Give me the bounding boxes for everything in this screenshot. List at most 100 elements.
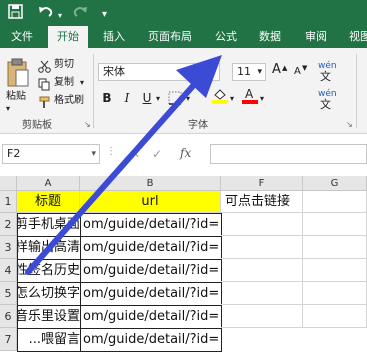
italic-button[interactable]: I [120,91,134,105]
ribbon-separator [93,54,94,128]
enter-icon[interactable]: ✓ [152,147,162,161]
copy-icon[interactable] [38,76,51,95]
redo-icon[interactable] [72,4,88,24]
cell-b1[interactable]: url [80,191,221,213]
font-size-value: 11 [237,65,251,78]
font-color-icon[interactable]: A [242,87,258,108]
cell-a3[interactable]: 样输出高清 [17,236,81,260]
name-box[interactable]: F2 ▾ [2,144,100,164]
undo-icon[interactable] [38,4,54,24]
grow-font-button[interactable]: A [272,63,281,76]
cell-a6[interactable]: 印音乐里设置 [17,305,81,329]
format-painter-button[interactable]: 格式刷 [54,94,84,107]
save-icon[interactable] [8,4,23,24]
borders-dropdown-icon[interactable]: ▾ [186,92,190,105]
row-header-5[interactable]: 5 [0,282,17,305]
ribbon-tabs: 文件 开始 插入 页面布局 公式 数据 审阅 视图 [0,26,367,48]
row-header-3[interactable]: 3 [0,236,17,259]
format-painter-icon[interactable] [38,94,51,113]
fill-color-dropdown-icon[interactable]: ▾ [230,92,234,105]
scissors-icon[interactable] [38,58,51,77]
copy-button[interactable]: 复制 [54,76,74,89]
tab-file[interactable]: 文件 [4,26,40,48]
chevron-down-icon: ▾ [211,67,216,77]
column-header-f[interactable]: F [221,176,303,191]
formula-input[interactable] [210,144,367,164]
font-launcher-icon[interactable]: ↘ [346,118,353,131]
undo-dropdown-icon[interactable]: ▾ [58,8,62,24]
row-header-4[interactable]: 4 [0,259,17,282]
select-all-corner[interactable] [0,176,17,191]
cell-f1[interactable]: 可点击链接 [221,191,303,213]
paste-dropdown-icon[interactable]: ▾ [6,102,10,115]
tab-review[interactable]: 审阅 [298,26,334,48]
svg-text:A: A [245,87,254,101]
name-box-value: F2 [7,147,21,160]
cell-b4[interactable]: om/guide/detail/?id= [80,259,222,283]
shrink-font-button[interactable]: A [294,65,301,78]
row-header-7[interactable]: 7 [0,328,17,351]
copy-dropdown-icon[interactable]: ▾ [80,76,84,89]
cell-g3[interactable] [303,236,367,259]
cancel-icon[interactable]: ✕ [130,147,140,161]
tab-data[interactable]: 数据 [252,26,288,48]
cell-g5[interactable] [303,282,367,305]
ribbon: 粘贴 ▾ 剪切 复制 ▾ 格式刷 剪贴板 ↘ 宋体 ▾ 11 ▾ A ▲ A ▼… [0,48,367,134]
cell-f3[interactable] [221,236,303,259]
cell-f2[interactable] [221,213,303,236]
font-color-dropdown-icon[interactable]: ▾ [260,92,264,105]
font-name-value: 宋体 [103,65,125,78]
row-header-1[interactable]: 1 [0,191,17,213]
cell-a2[interactable]: 剪手机桌面 [17,213,81,237]
chevron-down-icon: ▾ [91,149,96,159]
row-header-6[interactable]: 6 [0,305,17,328]
tab-insert[interactable]: 插入 [96,26,132,48]
cell-b6[interactable]: om/guide/detail/?id= [80,305,222,329]
cell-a7[interactable]: 喂留言... [17,328,81,352]
phonetic-guide-button-2[interactable]: 文 [320,98,331,111]
tab-page-layout[interactable]: 页面布局 [142,26,198,48]
tab-view[interactable]: 视图 [342,26,367,48]
cell-g6[interactable] [303,305,367,328]
font-name-dropdown[interactable]: 宋体 ▾ [98,63,220,81]
cell-b2[interactable]: om/guide/detail/?id= [80,213,222,237]
cell-a4[interactable]: 性签名历史 [17,259,81,283]
tab-formulas[interactable]: 公式 [208,26,244,48]
chevron-down-icon: ▾ [257,67,262,77]
cell-f5[interactable] [221,282,303,305]
column-header-g[interactable]: G [303,176,367,191]
phonetic-guide-button[interactable]: 文 [320,70,331,83]
clipboard-group-label: 剪贴板 [22,120,52,131]
cell-g1[interactable] [303,191,367,213]
cell-g4[interactable] [303,259,367,282]
formula-bar: F2 ▾ ⋮ ✕ ✓ fx [0,134,367,176]
cell-b3[interactable]: om/guide/detail/?id= [80,236,222,260]
bold-button[interactable]: B [100,91,114,105]
cut-button[interactable]: 剪切 [54,58,74,71]
column-header-a[interactable]: A [17,176,80,191]
customize-quick-access-icon[interactable]: ▾ [102,7,107,23]
fill-color-icon[interactable] [212,87,228,108]
insert-function-icon[interactable]: fx [180,146,191,160]
cell-b5[interactable]: om/guide/detail/?id= [80,282,222,306]
shrink-font-arrow-icon: ▼ [302,64,308,72]
underline-button[interactable]: U [140,91,154,105]
clipboard-launcher-icon[interactable]: ↘ [84,118,91,131]
cell-a1[interactable]: 标题 [17,191,80,213]
cell-f4[interactable] [221,259,303,282]
worksheet-grid: A B F G 1 2 3 4 5 6 7 标题 url 可点击链接 剪手机桌面… [0,176,367,352]
ribbon-separator [356,54,357,128]
title-bar: ▾ ▾ [0,0,367,26]
cell-b7[interactable]: om/guide/detail/?id= [80,328,222,352]
cell-a5[interactable]: C怎么切换字 [17,282,81,306]
row-header-2[interactable]: 2 [0,213,17,236]
tab-home[interactable]: 开始 [48,26,88,48]
font-size-dropdown[interactable]: 11 ▾ [232,63,266,81]
formula-bar-resize-handle[interactable]: ⋮ [106,146,116,157]
cell-f6[interactable] [221,305,303,328]
paste-icon[interactable] [6,58,30,92]
cell-g2[interactable] [303,213,367,236]
underline-dropdown-icon[interactable]: ▾ [156,92,160,105]
borders-icon[interactable] [168,90,182,109]
column-header-b[interactable]: B [80,176,221,191]
